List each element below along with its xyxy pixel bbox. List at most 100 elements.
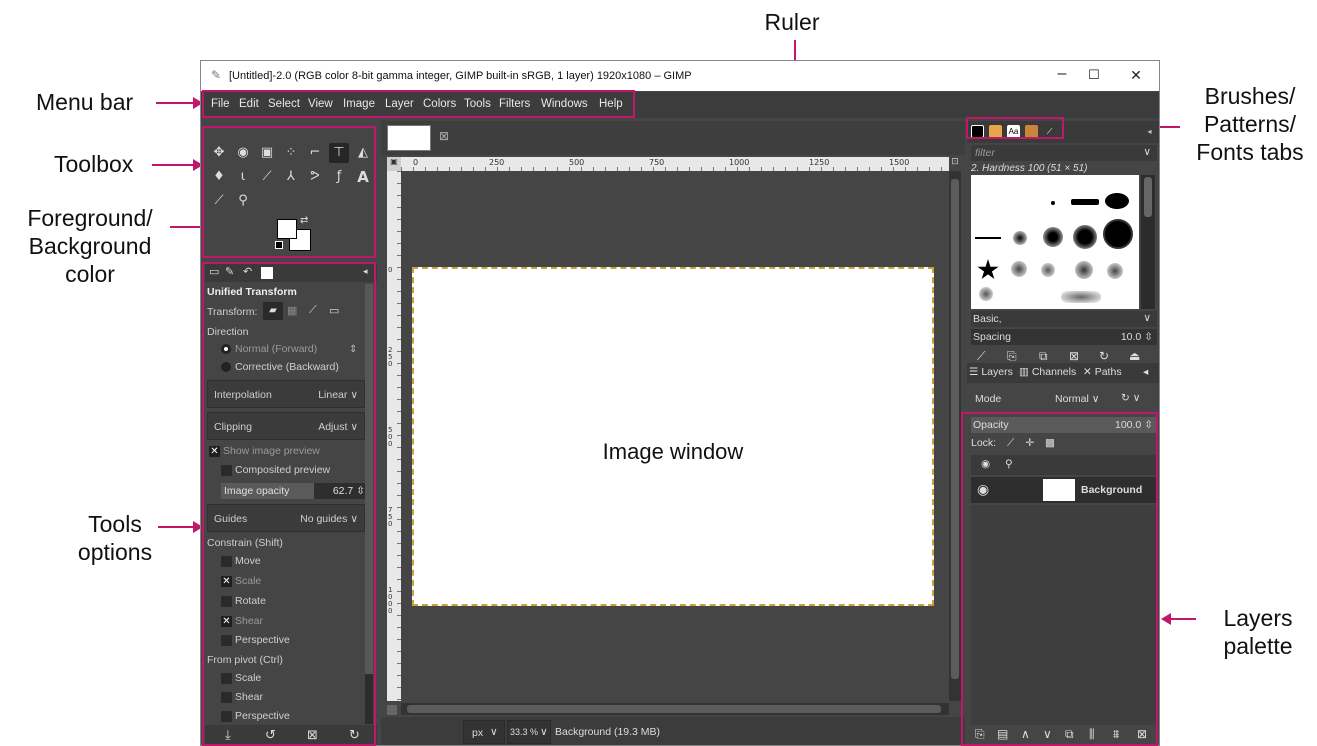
configure-tab-icon[interactable]: ◂ xyxy=(1143,125,1156,138)
image-canvas[interactable]: Image window xyxy=(412,267,934,606)
brush-preview[interactable] xyxy=(1071,199,1099,205)
callout-fg-bg-line1: Foreground/ xyxy=(27,205,153,231)
ruler-label: 5 0 0 xyxy=(388,426,393,448)
callout-fg-bg-line2: Background xyxy=(28,233,152,259)
zoom-value: 33.3 % xyxy=(510,727,539,737)
canvas-vertical-scrollbar[interactable] xyxy=(949,171,961,701)
duplicate-brush-icon[interactable]: ⧉ xyxy=(1039,349,1048,364)
tab-channels[interactable]: ▥ Channels xyxy=(1019,366,1076,378)
brush-grid-scrollbar[interactable] xyxy=(1141,175,1155,309)
status-layer-info: Background (19.3 MB) xyxy=(555,726,661,738)
brush-preview[interactable] xyxy=(1075,261,1093,279)
brush-tag-select[interactable]: Basic, ∨ xyxy=(971,311,1157,327)
chevron-down-icon: ∨ xyxy=(1091,393,1100,405)
delete-brush-icon[interactable]: ⊠ xyxy=(1069,349,1079,363)
tab-layers[interactable]: ☰ Layers xyxy=(969,366,1013,378)
callout-layers-line1: Layers xyxy=(1223,605,1293,631)
chevron-down-icon[interactable]: ∨ xyxy=(1143,146,1151,158)
brush-spacing-value: 10.0 ⇳ xyxy=(1120,331,1153,343)
brush-spacing-slider[interactable]: Spacing 10.0 ⇳ xyxy=(971,329,1157,345)
spin-arrows-icon: ⇳ xyxy=(1144,331,1153,343)
brushes-tabs-highlight xyxy=(966,117,1064,139)
current-brush-label: 2. Hardness 100 (51 × 51) xyxy=(971,163,1088,174)
brush-filter-input[interactable]: filter ∨ xyxy=(971,145,1157,161)
brush-preview[interactable] xyxy=(977,259,999,280)
horizontal-ruler[interactable]: 0 250 500 750 1000 1250 1500 xyxy=(401,157,949,171)
callout-menu-bar: Menu bar xyxy=(36,89,134,115)
close-tab-icon[interactable]: ⊠ xyxy=(439,129,449,143)
callout-tools-options-line2: options xyxy=(77,539,153,565)
vertical-ruler[interactable]: 0 2 5 0 5 0 0 7 5 0 1 0 0 0 xyxy=(387,171,401,701)
callout-layers-palette: Layers palette xyxy=(1210,604,1306,660)
ruler-label: 1000 xyxy=(729,158,750,167)
new-brush-icon[interactable]: ⎘ xyxy=(1007,349,1017,364)
layers-tabs: ☰ Layers ▥ Channels ✕ Paths ◂ xyxy=(967,363,1159,383)
toggle-quick-mask-icon[interactable] xyxy=(387,705,397,715)
selected-brush-preview[interactable] xyxy=(1103,219,1133,249)
ruler-label: 1 0 0 0 xyxy=(388,586,393,615)
callout-layers-line2: palette xyxy=(1223,633,1293,659)
ruler-label: 250 xyxy=(489,158,505,167)
callout-brushes-line1: Brushes/ xyxy=(1204,83,1296,109)
scrollbar-thumb[interactable] xyxy=(1144,177,1152,217)
ruler-label: 7 5 0 xyxy=(388,506,393,528)
brush-preview[interactable] xyxy=(1105,193,1129,209)
layer-mode-row[interactable]: Mode Normal ∨ ↻ ∨ xyxy=(971,389,1157,411)
unit-select[interactable]: px ∨ xyxy=(463,720,505,744)
scrollbar-thumb[interactable] xyxy=(951,179,959,679)
brush-preview[interactable] xyxy=(1051,201,1055,205)
callout-tools-options: Tools options xyxy=(70,510,160,566)
layer-mode-switch-icon[interactable]: ↻ ∨ xyxy=(1121,392,1140,404)
refresh-brushes-icon[interactable]: ↻ xyxy=(1099,349,1109,363)
ruler-label: 1250 xyxy=(809,158,830,167)
title-bar: ✎ [Untitled]-2.0 (RGB color 8-bit gamma … xyxy=(201,61,1159,91)
menu-bar-pointer-line xyxy=(156,102,194,104)
unit-value: px xyxy=(472,727,484,739)
ruler-label: 0 xyxy=(388,266,393,274)
brush-preview[interactable] xyxy=(1043,227,1063,247)
ruler-label: 2 5 0 xyxy=(388,346,393,368)
chevron-down-icon: ∨ xyxy=(1143,312,1151,324)
scrollbar-thumb[interactable] xyxy=(407,705,941,713)
callout-fg-bg-line3: color xyxy=(65,261,115,287)
image-tabs: ⊠ xyxy=(381,121,965,155)
callout-brushes-line3: Fonts tabs xyxy=(1196,139,1304,165)
callout-ruler: Ruler xyxy=(764,9,820,35)
layers-pointer-line xyxy=(1170,618,1196,620)
brush-preview[interactable] xyxy=(1107,263,1123,279)
chevron-down-icon: ∨ xyxy=(490,726,498,738)
brush-preview[interactable] xyxy=(1011,261,1027,277)
brush-preview[interactable] xyxy=(975,237,1001,239)
brush-tag-value: Basic, xyxy=(973,313,1002,325)
maximize-button[interactable]: ☐ xyxy=(1079,67,1109,83)
image-tab-thumbnail[interactable] xyxy=(387,125,431,151)
tool-options-highlight xyxy=(202,262,376,746)
brush-preview[interactable] xyxy=(979,287,993,301)
callout-brushes-tabs: Brushes/ Patterns/ Fonts tabs xyxy=(1186,82,1314,166)
minimize-button[interactable]: – xyxy=(1047,65,1077,83)
brush-filter-placeholder: filter xyxy=(975,147,995,159)
close-button[interactable]: ✕ xyxy=(1121,67,1151,84)
edit-brush-icon[interactable]: ⟋ xyxy=(977,349,985,364)
open-brush-as-image-icon[interactable]: ⏏ xyxy=(1129,349,1140,363)
callout-toolbox: Toolbox xyxy=(54,151,134,177)
canvas-horizontal-scrollbar[interactable] xyxy=(401,703,949,715)
brush-grid[interactable] xyxy=(971,175,1139,309)
brush-preview[interactable] xyxy=(1061,291,1101,303)
configure-tab-icon[interactable]: ◂ xyxy=(1143,366,1148,378)
layer-mode-label: Mode xyxy=(975,393,1002,405)
ruler-label: 0 xyxy=(413,158,419,167)
quick-mask-icon[interactable]: ▣ xyxy=(387,157,401,171)
callout-fg-bg-color: Foreground/ Background color xyxy=(6,204,174,288)
callout-tools-options-line1: Tools xyxy=(88,511,142,537)
layer-mode-value: Normal ∨ xyxy=(1055,393,1100,405)
tab-paths[interactable]: ✕ Paths xyxy=(1083,366,1122,378)
zoom-image-icon[interactable]: ⊡ xyxy=(949,157,961,171)
brush-preview[interactable] xyxy=(1073,225,1097,249)
foreground-color-swatch-top[interactable] xyxy=(277,219,297,239)
zoom-select[interactable]: 33.3 % ∨ xyxy=(507,720,551,744)
brush-preview[interactable] xyxy=(1041,263,1055,277)
window-title: [Untitled]-2.0 (RGB color 8-bit gamma in… xyxy=(229,70,692,82)
chevron-down-icon: ∨ xyxy=(540,726,548,738)
brush-preview[interactable] xyxy=(1013,231,1027,245)
